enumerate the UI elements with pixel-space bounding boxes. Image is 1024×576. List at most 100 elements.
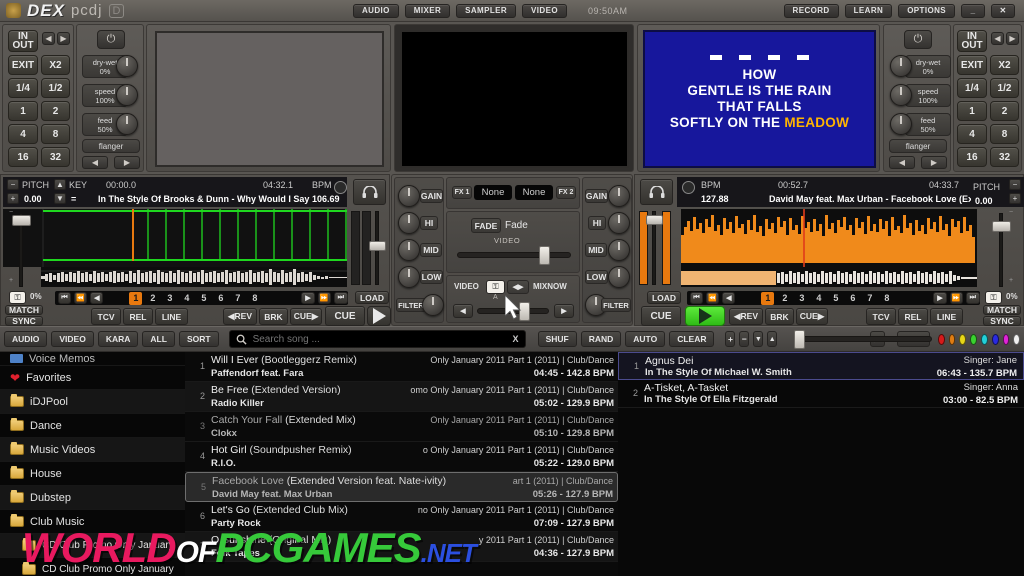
deck-a-match-button[interactable]: MATCH [5,305,43,315]
sidebar-item-favorites[interactable]: ❤ Favorites [0,366,185,390]
deck-b-pitch-fader-handle[interactable] [992,221,1011,232]
preview-volume-handle[interactable] [794,330,806,349]
left-loop-half-button[interactable]: 1/2 [41,78,70,98]
deck-b-cue-7[interactable]: 7 [863,292,876,305]
video-crossfade-track[interactable] [457,252,571,258]
deck-b-rel-button[interactable]: REL [898,308,928,325]
deck-b-cue-2[interactable]: 2 [778,292,791,305]
deck-b-headphone-cue-button[interactable] [640,179,673,205]
sidebar-item-house[interactable]: House [0,462,185,486]
tab-audio[interactable]: AUDIO [353,3,399,18]
deck-b-cue-3[interactable]: 3 [795,292,808,305]
deck-b-play-button[interactable] [685,306,725,326]
deck-b-match-button[interactable]: MATCH [983,305,1021,315]
deck-a-pitch-fader[interactable]: − + [7,209,35,289]
mixnow-label[interactable]: MIXNOW [533,282,567,291]
deck-a-skip-back-button[interactable]: ⏮ [58,292,72,304]
right-loop-half-button[interactable]: 1/2 [990,78,1019,98]
deck-b-skip-back-button[interactable]: ⏮ [690,292,704,304]
table-row[interactable]: 5 Facebook Love (Extended Version feat. … [185,472,618,502]
left-fx-preset-display[interactable]: flanger [82,139,140,153]
deck-a-cue-4[interactable]: 4 [180,292,193,305]
right-loop-quarter-button[interactable]: 1/4 [957,78,987,98]
deck-b-load-button[interactable]: LOAD [647,291,681,304]
deck-b-tcv-button[interactable]: TCV [866,308,896,325]
track-list[interactable]: 1 Will I Ever (Bootleggerz Remix) Only J… [185,352,618,576]
preview-volume-slider[interactable] [788,330,933,349]
mixer-b-low-knob[interactable] [608,266,630,288]
deck-a-cue-7[interactable]: 7 [231,292,244,305]
deck-a-headphone-cue-button[interactable] [353,179,386,205]
left-fx-speed-knob[interactable] [116,84,138,106]
mixer-b-gain-knob[interactable] [608,185,630,207]
right-loop-32-button[interactable]: 32 [990,147,1019,167]
mixer-b-hi-knob[interactable] [608,212,630,234]
deck-b-cue-play-button[interactable]: CUE▶ [796,308,828,325]
remove-button[interactable]: − [739,331,750,347]
right-loop-8-button[interactable]: 8 [990,124,1019,144]
deck-a-cue-1[interactable]: 1 [129,291,143,305]
deck-b-cue-button[interactable]: CUE [641,306,681,326]
deck-a-line-button[interactable]: LINE [155,308,188,325]
fx1-select[interactable]: None [474,185,512,200]
table-row[interactable]: 3 Catch Your Fall (Extended Mix) Only Ja… [185,412,618,442]
right-fx-prev-button[interactable]: ◀ [889,156,915,169]
audio-crossfader-handle[interactable] [519,302,530,321]
deck-a-play-button[interactable] [367,306,391,326]
audio-crossfader-track[interactable] [477,308,549,314]
deck-b-cue-5[interactable]: 5 [829,292,842,305]
deck-a-rel-button[interactable]: REL [123,308,153,325]
deck-a-keylock-button[interactable]: ⚿ [9,291,26,304]
left-loop-16-button[interactable]: 16 [8,147,38,167]
crossfader-left-button[interactable]: ◀ [453,304,473,318]
search-input[interactable] [252,333,507,345]
video-crossfade-handle[interactable] [539,246,550,265]
deck-a-step-back-button[interactable]: ◀ [90,292,104,304]
deck-a-pitch-minus-button[interactable]: − [7,179,19,190]
random-button[interactable]: RAND [580,331,622,347]
karaoke-queue-list[interactable]: 1 Agnus Dei In The Style Of Michael W. S… [618,352,1024,576]
add-button[interactable]: + [725,331,736,347]
filter-all-button[interactable]: ALL [142,331,175,347]
right-loop-shift-left-button[interactable]: ◀ [991,32,1004,45]
deck-a-fast-forward-button[interactable]: ⏩ [317,292,331,304]
deck-a-skip-forward-button[interactable]: ⏭ [333,292,348,304]
filter-video-button[interactable]: VIDEO [51,331,94,347]
deck-a-overview-waveform[interactable] [41,267,347,287]
deck-b-overview-waveform[interactable] [681,267,977,287]
sidebar-item-cd-club-promo-1[interactable]: CD Club Promo Only January [0,534,185,558]
search-box[interactable]: X [228,330,526,348]
deck-a-brake-button[interactable]: BRK [259,308,288,325]
deck-b-beatgrid-waveform[interactable] [681,209,977,267]
master-video-screen[interactable] [400,30,629,168]
deck-a-sync-button[interactable]: SYNC [5,316,43,326]
right-fx-power-button[interactable]: ⏻ [904,30,932,49]
mixer-a-hi-knob[interactable] [398,212,420,234]
deck-a-bpm-tap-icon[interactable] [334,181,347,194]
sidebar-item-dance[interactable]: Dance [0,414,185,438]
tab-video[interactable]: VIDEO [522,3,567,18]
deck-b-cue-4[interactable]: 4 [812,292,825,305]
right-fx-speed-knob[interactable] [890,84,912,106]
left-loop-exit-button[interactable]: EXIT [8,55,38,75]
deck-a-key-down-button[interactable]: ▼ [54,193,66,204]
sidebar-item-idjpool[interactable]: iDJPool [0,390,185,414]
clear-button[interactable]: CLEAR [669,331,715,347]
deck-a-reverse-button[interactable]: ◀REV [223,308,257,325]
mixer-a-gain-knob[interactable] [398,185,420,207]
deck-b-cue-1[interactable]: 1 [761,291,775,305]
left-loop-shift-left-button[interactable]: ◀ [42,32,55,45]
filter-kara-button[interactable]: KARA [97,331,139,347]
crossfader-right-button[interactable]: ▶ [554,304,574,318]
deck-a-pitch-plus-button[interactable]: + [7,193,19,204]
deck-b-pitch-plus-button[interactable]: + [1009,193,1021,204]
tag-color-blue[interactable] [991,333,999,345]
search-clear-button[interactable]: X [513,334,519,344]
deck-a-beatgrid-waveform[interactable] [3,209,347,267]
record-button[interactable]: RECORD [783,3,839,18]
left-fx-drywet-knob[interactable] [116,55,138,77]
mixer-video-lock-button[interactable]: ⚿ [486,280,505,294]
left-loop-1-button[interactable]: 1 [8,101,38,121]
table-row[interactable]: 6 Let's Go (Extended Club Mix) no Only J… [185,502,618,532]
tag-color-magenta[interactable] [1002,333,1010,345]
